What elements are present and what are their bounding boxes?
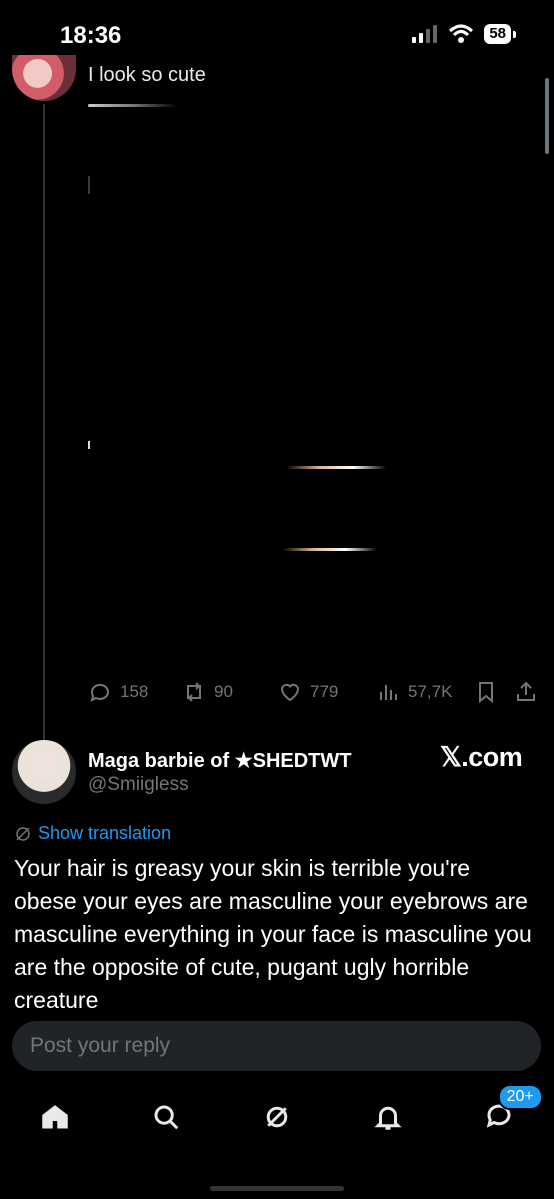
reply-action[interactable]: 158 xyxy=(88,680,182,704)
reply-author-handle[interactable]: @Smiigless xyxy=(88,774,189,796)
share-icon xyxy=(517,681,535,701)
tweet-media[interactable] xyxy=(86,96,416,566)
avatar[interactable] xyxy=(12,55,76,101)
share-action[interactable] xyxy=(514,680,544,704)
like-count: 779 xyxy=(310,682,339,701)
reply-text: Your hair is greasy your skin is terribl… xyxy=(14,855,532,1010)
reply-count: 158 xyxy=(120,682,149,701)
tweet-actions: 158 90 779 57,7K xyxy=(88,678,544,706)
scrollbar[interactable] xyxy=(545,78,549,154)
status-time: 18:36 xyxy=(60,22,122,49)
status-icons: 58 xyxy=(412,24,516,44)
tweet-text: I look so cute xyxy=(88,64,206,86)
watermark: 𝕏.com xyxy=(440,742,523,772)
repost-action[interactable]: 90 xyxy=(182,680,278,704)
signal-icon xyxy=(412,25,438,43)
battery-level: 58 xyxy=(484,24,511,44)
reply-author-name[interactable]: Maga barbie of ★SHEDTWT xyxy=(88,748,352,773)
repost-icon xyxy=(187,682,201,702)
notifications-icon[interactable] xyxy=(373,1102,403,1132)
views-icon xyxy=(380,685,397,700)
home-indicator xyxy=(210,1186,344,1191)
views-action[interactable]: 57,7K xyxy=(376,680,474,704)
home-icon[interactable] xyxy=(40,1102,70,1132)
repost-count: 90 xyxy=(214,682,233,701)
messages-badge: 20+ xyxy=(497,1083,543,1110)
bookmark-icon xyxy=(479,682,493,704)
heart-icon xyxy=(280,683,300,702)
search-icon[interactable] xyxy=(151,1102,181,1132)
translate-icon xyxy=(16,826,30,841)
bookmark-action[interactable] xyxy=(474,680,514,704)
like-action[interactable]: 779 xyxy=(278,680,376,704)
battery-icon xyxy=(513,30,516,38)
grok-icon[interactable] xyxy=(262,1102,292,1132)
thread-line xyxy=(43,104,45,744)
view-count: 57,7K xyxy=(408,682,453,701)
wifi-icon xyxy=(449,24,474,43)
show-translation-link[interactable]: Show translation xyxy=(14,823,171,844)
bottom-nav: 20+ xyxy=(0,1083,554,1140)
messages-tab[interactable]: 20+ xyxy=(484,1083,543,1135)
show-translation-label: Show translation xyxy=(38,823,172,843)
reply-avatar[interactable] xyxy=(12,740,76,804)
reply-input-placeholder: Post your reply xyxy=(30,1034,171,1057)
reply-icon xyxy=(90,683,109,702)
